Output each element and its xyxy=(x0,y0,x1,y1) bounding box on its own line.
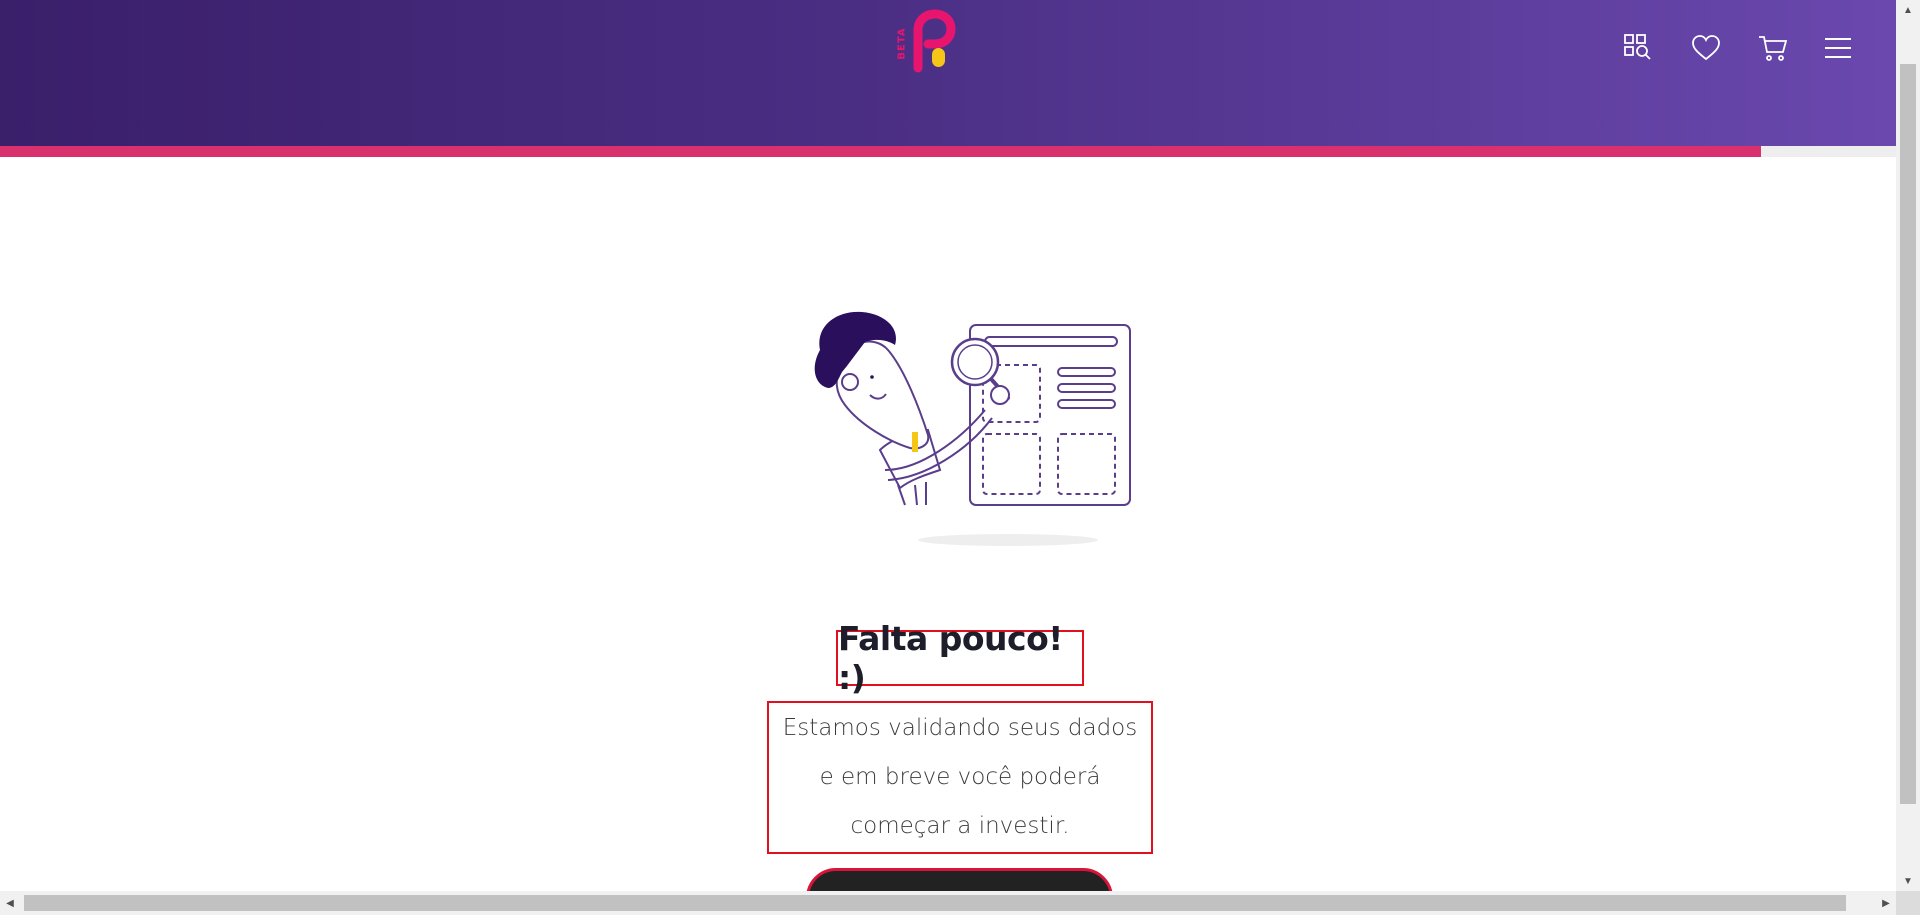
vertical-scroll-thumb[interactable] xyxy=(1900,64,1916,804)
cart-icon[interactable] xyxy=(1753,28,1793,68)
heart-icon[interactable] xyxy=(1686,28,1726,68)
search-catalog-icon[interactable] xyxy=(1618,28,1658,68)
progress-bar-fill xyxy=(0,146,1762,157)
page-viewport: BETA Falta pouco!:) Estamos validando s… xyxy=(0,0,1896,891)
scrollbar-corner xyxy=(1896,891,1920,915)
horizontal-scroll-thumb[interactable] xyxy=(24,895,1846,911)
horizontal-scrollbar[interactable]: ◀ ▶ xyxy=(0,891,1896,915)
search-illustration xyxy=(814,311,1131,546)
progress-bar xyxy=(0,146,1896,157)
page-title: Falta pouco! :) xyxy=(838,619,1063,697)
scroll-up-arrow-icon[interactable]: ▲ xyxy=(1896,0,1920,20)
scroll-down-arrow-icon[interactable]: ▼ xyxy=(1896,871,1920,891)
description-container: Estamos validando seus dados e em breve … xyxy=(767,701,1153,854)
scroll-left-arrow-icon[interactable]: ◀ xyxy=(0,891,20,915)
continue-button[interactable] xyxy=(806,868,1113,891)
title-container: Falta pouco! :) xyxy=(836,619,1084,697)
beta-badge: BETA xyxy=(896,27,908,60)
brand-logo[interactable]: BETA xyxy=(888,8,958,74)
status-message: Estamos validando seus dados e em breve … xyxy=(782,715,1138,839)
site-header: BETA xyxy=(0,0,1896,146)
vertical-scrollbar[interactable]: ▲ ▼ xyxy=(1896,0,1920,891)
scroll-right-arrow-icon[interactable]: ▶ xyxy=(1876,891,1896,915)
menu-icon[interactable] xyxy=(1818,28,1858,68)
